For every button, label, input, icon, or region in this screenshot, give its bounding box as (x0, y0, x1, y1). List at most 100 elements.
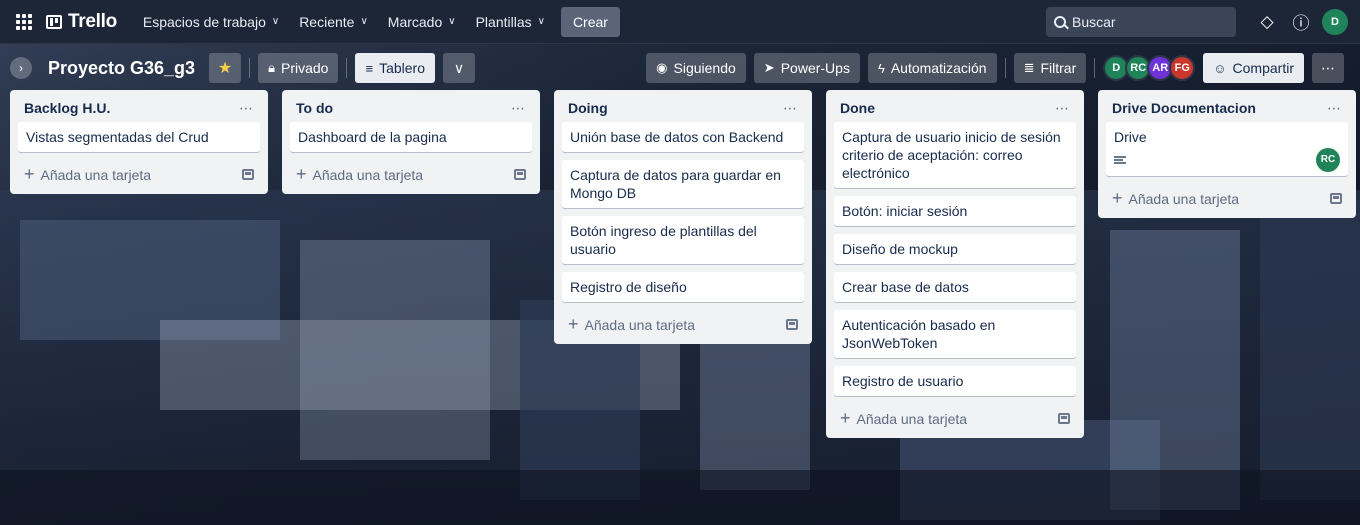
card-member-avatar[interactable]: RC (1316, 148, 1340, 172)
trello-logo-text: Trello (68, 10, 117, 32)
app-switcher-icon[interactable] (14, 12, 34, 32)
automation-button[interactable]: ϟ Automatización (867, 53, 997, 83)
menu-templates[interactable]: Plantillas ∨ (466, 6, 555, 38)
list-title: To do (296, 100, 334, 116)
add-card-button[interactable]: + Añada una tarjeta (834, 404, 1076, 432)
list-drive-documentacion: Drive Documentacion ⋯ Drive RC + Añada un… (1098, 90, 1356, 218)
lightning-icon: ϟ (877, 60, 885, 76)
expand-sidebar-icon[interactable]: › (10, 57, 32, 79)
visibility-button[interactable]: 🔒︎ Privado (258, 53, 339, 83)
card[interactable]: Crear base de datos (834, 272, 1076, 302)
list-todo: To do ⋯ Dashboard de la pagina + Añada un… (282, 90, 540, 194)
header-divider (1004, 58, 1006, 78)
menu-starred[interactable]: Marcado ∨ (378, 6, 466, 38)
list-header[interactable]: Drive Documentacion ⋯ (1106, 94, 1348, 122)
filter-icon: ≣ (1023, 60, 1035, 75)
card[interactable]: Drive RC (1106, 122, 1348, 176)
board-members: D RC AR FG (1103, 55, 1196, 81)
user-avatar: D (1322, 8, 1348, 35)
list-menu-icon[interactable]: ⋯ (1327, 100, 1342, 117)
search-placeholder: Buscar (1072, 13, 1116, 30)
card[interactable]: Unión base de datos con Backend (562, 122, 804, 152)
plus-icon: + (296, 163, 307, 184)
menu-recent[interactable]: Reciente ∨ (289, 6, 378, 38)
card[interactable]: Captura de usuario inicio de sesión crit… (834, 122, 1076, 188)
list-done: Done ⋯ Captura de usuario inicio de sesi… (826, 90, 1084, 438)
search-input[interactable]: Buscar (1046, 6, 1236, 37)
search-icon (1054, 15, 1066, 28)
card-template-icon[interactable] (514, 168, 526, 180)
card[interactable]: Botón ingreso de plantillas del usuario (562, 216, 804, 264)
plus-icon: + (1112, 187, 1123, 208)
chevron-down-icon: ∨ (271, 16, 280, 27)
menu-templates-label: Plantillas (475, 13, 532, 30)
account-menu[interactable]: D (1320, 7, 1350, 37)
board-menu-button[interactable]: ⋯ (1312, 53, 1344, 83)
card[interactable]: Captura de datos para guardar en Mongo D… (562, 160, 804, 208)
power-ups-label: Power-Ups (780, 60, 850, 76)
list-menu-icon[interactable]: ⋯ (239, 100, 254, 117)
header-divider (249, 58, 251, 78)
board-view-button[interactable]: ≡ Tablero (355, 53, 435, 83)
list-header[interactable]: Doing ⋯ (562, 94, 804, 122)
card[interactable]: Diseño de mockup (834, 234, 1076, 264)
list-header[interactable]: Done ⋯ (834, 94, 1076, 122)
add-card-button[interactable]: + Añada una tarjeta (562, 310, 804, 338)
more-icon: ⋯ (1321, 59, 1335, 76)
filter-button[interactable]: ≣ Filtrar (1013, 53, 1087, 83)
add-card-button[interactable]: + Añada una tarjeta (1106, 184, 1348, 212)
add-card-label: Añada una tarjeta (584, 316, 696, 333)
list-menu-icon[interactable]: ⋯ (1055, 100, 1070, 117)
following-button[interactable]: ◉ Siguiendo (646, 53, 746, 83)
add-card-button[interactable]: + Añada una tarjeta (18, 160, 260, 188)
menu-workspaces-label: Espacios de trabajo (142, 13, 266, 30)
member-avatar[interactable]: FG (1169, 55, 1196, 81)
view-switcher-button[interactable]: ∨ (442, 53, 475, 83)
list-doing: Doing ⋯ Unión base de datos con Backend … (554, 90, 812, 344)
star-button[interactable]: ★ (209, 53, 242, 83)
card-template-icon[interactable] (1058, 412, 1070, 424)
list-menu-icon[interactable]: ⋯ (511, 100, 526, 117)
chevron-down-icon: ∨ (360, 16, 368, 27)
list-header[interactable]: Backlog H.U. ⋯ (18, 94, 260, 122)
card[interactable]: Dashboard de la pagina (290, 122, 532, 152)
add-person-icon: ☺ (1213, 60, 1227, 76)
automation-label: Automatización (890, 60, 987, 76)
add-card-label: Añada una tarjeta (312, 166, 424, 183)
notifications-icon[interactable]: ◇ (1252, 7, 1282, 37)
power-ups-button[interactable]: ➤ Power-Ups (753, 53, 860, 83)
list-menu-icon[interactable]: ⋯ (783, 100, 798, 117)
add-card-label: Añada una tarjeta (40, 166, 152, 183)
top-navigation-bar: Trello Espacios de trabajo ∨ Reciente ∨ Ma… (0, 0, 1360, 44)
card[interactable]: Vistas segmentadas del Crud (18, 122, 260, 152)
add-card-button[interactable]: + Añada una tarjeta (290, 160, 532, 188)
share-button[interactable]: ☺ Compartir (1203, 53, 1304, 83)
trello-logo[interactable]: Trello (46, 11, 117, 33)
card-template-icon[interactable] (242, 168, 254, 180)
list-title: Doing (568, 100, 608, 116)
star-icon: ★ (217, 60, 233, 77)
list-header[interactable]: To do ⋯ (290, 94, 532, 122)
visibility-label: Privado (281, 60, 329, 76)
description-icon (1114, 156, 1126, 164)
chevron-down-icon: ∨ (453, 59, 465, 76)
card-template-icon[interactable] (1330, 192, 1342, 204)
menu-starred-label: Marcado (387, 13, 443, 30)
list-backlog: Backlog H.U. ⋯ Vistas segmentadas del Cr… (10, 90, 268, 194)
header-divider (1094, 58, 1096, 78)
chevron-down-icon: ∨ (448, 16, 456, 27)
board-header: › Proyecto G36_g3 ★ 🔒︎ Privado ≡ Tablero… (0, 48, 1360, 88)
card[interactable]: Botón: iniciar sesión (834, 196, 1076, 226)
card[interactable]: Registro de usuario (834, 366, 1076, 396)
help-icon[interactable]: ⓘ (1286, 7, 1316, 37)
board-title[interactable]: Proyecto G36_g3 (48, 58, 195, 79)
share-label: Compartir (1232, 60, 1294, 76)
card[interactable]: Registro de diseño (562, 272, 804, 302)
lock-icon: 🔒︎ (268, 60, 275, 75)
list-title: Drive Documentacion (1112, 100, 1256, 116)
card[interactable]: Autenticación basado en JsonWebToken (834, 310, 1076, 358)
card-template-icon[interactable] (786, 318, 798, 330)
create-button[interactable]: Crear (560, 6, 620, 37)
menu-recent-label: Reciente (299, 13, 355, 30)
menu-workspaces[interactable]: Espacios de trabajo ∨ (133, 6, 289, 38)
